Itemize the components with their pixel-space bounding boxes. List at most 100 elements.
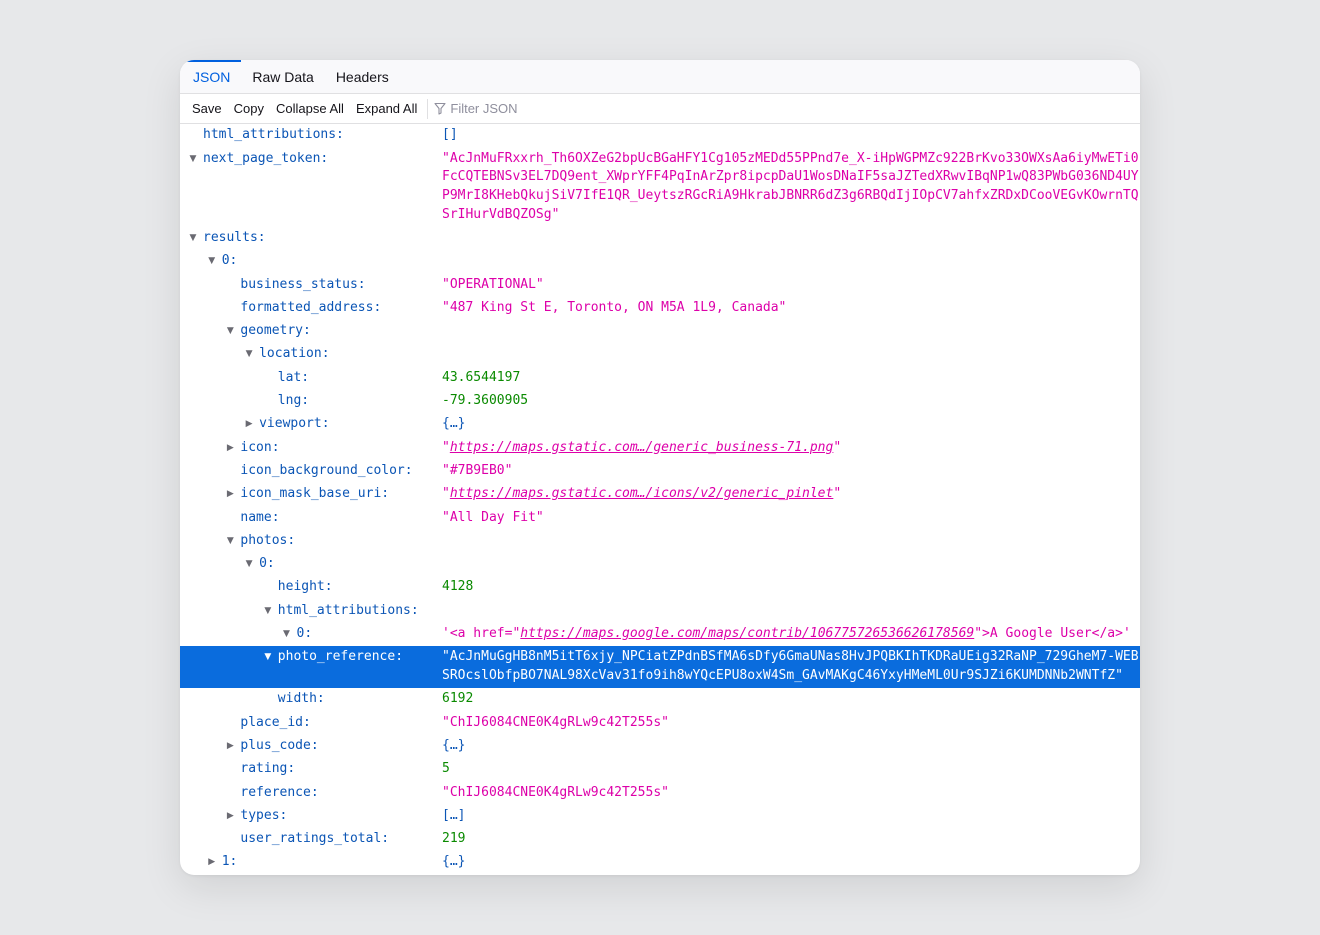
tab-json[interactable]: JSON	[182, 60, 242, 93]
json-row[interactable]: ▼ 0:	[180, 553, 1140, 576]
json-key-cell: reference:	[180, 784, 442, 803]
collapse-triangle-icon[interactable]: ▶	[224, 737, 236, 756]
collapse-triangle-icon[interactable]: ▶	[243, 415, 255, 434]
json-row[interactable]: ▼ location:	[180, 343, 1140, 366]
json-row[interactable]: lat: 43.6544197	[180, 366, 1140, 389]
filter-json-input[interactable]: Filter JSON	[434, 101, 518, 116]
json-row[interactable]: rating: 5	[180, 758, 1140, 781]
copy-button[interactable]: Copy	[228, 101, 270, 116]
json-row[interactable]: formatted_address: "487 King St E, Toront…	[180, 297, 1140, 320]
json-value-link[interactable]: https://maps.google.com/maps/contrib/106…	[520, 626, 974, 641]
json-value: "OPERATIONAL"	[442, 276, 544, 292]
json-key-cell: ▼ 0:	[180, 555, 442, 574]
json-row[interactable]: ▼ results:	[180, 227, 1140, 250]
json-value-prefix: '<a href="	[442, 626, 521, 642]
expand-all-button[interactable]: Expand All	[350, 101, 423, 116]
save-button[interactable]: Save	[186, 101, 228, 116]
json-key-cell: ▼ photo_reference:	[180, 648, 442, 667]
json-value: "AcJnMuGgHB8nM5itT6xjy_NPCiatZPdnBSfMA6s…	[442, 649, 1139, 684]
json-row[interactable]: height: 4128	[180, 576, 1140, 599]
json-value: "#7B9EB0"	[442, 462, 513, 478]
tab-raw-data[interactable]: Raw Data	[241, 60, 324, 93]
json-row[interactable]: ▶ types: […]	[180, 805, 1140, 828]
json-row[interactable]: place_id: "ChIJ6084CNE0K4gRLw9c42T255s"	[180, 711, 1140, 734]
json-key-cell: width:	[180, 690, 442, 709]
json-value: '<a href="https://maps.google.com/maps/c…	[442, 625, 1140, 644]
json-value: -79.3600905	[442, 393, 529, 409]
json-value-link[interactable]: https://maps.gstatic.com…/icons/v2/gener…	[450, 486, 834, 501]
json-row[interactable]: user_ratings_total: 219	[180, 828, 1140, 851]
json-key: place_id:	[240, 714, 311, 730]
collapse-triangle-icon[interactable]: ▶	[206, 853, 218, 872]
collapse-triangle-icon[interactable]: ▶	[224, 807, 236, 826]
expand-triangle-icon[interactable]: ▼	[206, 252, 218, 271]
json-key: html_attributions:	[203, 127, 344, 143]
collapse-all-button[interactable]: Collapse All	[270, 101, 350, 116]
json-row[interactable]: icon_background_color: "#7B9EB0"	[180, 460, 1140, 483]
json-value: "https://maps.gstatic.com…/generic_busin…	[442, 439, 842, 455]
json-key: rating:	[240, 761, 296, 777]
json-key-cell: lng:	[180, 392, 442, 411]
toolbar: Save Copy Collapse All Expand All Filter…	[180, 94, 1140, 124]
tab-headers[interactable]: Headers	[325, 60, 400, 93]
json-key-cell: formatted_address:	[180, 299, 442, 318]
json-key-cell: ▼ location:	[180, 345, 442, 364]
json-row[interactable]: ▶ viewport: {…}	[180, 413, 1140, 436]
json-row[interactable]: ▼ photo_reference: "AcJnMuGgHB8nM5itT6xjy_…	[180, 646, 1140, 689]
json-key-cell: ▶ types:	[180, 807, 442, 826]
json-row[interactable]: ▼ geometry:	[180, 320, 1140, 343]
json-row[interactable]: ▼ next_page_token: "AcJnMuFRxxrh_Th6OXZeG2…	[180, 147, 1140, 226]
json-value-suffix: ">A Google User</a>'	[974, 626, 1131, 642]
json-row[interactable]: ▶ icon: "https://maps.gstatic.com…/generic…	[180, 436, 1140, 459]
expand-triangle-icon[interactable]: ▼	[187, 150, 199, 169]
json-key: geometry:	[240, 323, 311, 339]
json-row[interactable]: width: 6192	[180, 688, 1140, 711]
json-key-cell: name:	[180, 509, 442, 528]
collapse-triangle-icon[interactable]: ▶	[224, 485, 236, 504]
json-key: icon_background_color:	[240, 462, 413, 478]
json-key: photo_reference:	[277, 649, 404, 665]
json-key: user_ratings_total:	[240, 831, 390, 847]
json-row[interactable]: ▼ html_attributions:	[180, 599, 1140, 622]
json-key-cell: ▶ icon:	[180, 439, 442, 458]
json-value-link[interactable]: https://maps.gstatic.com…/generic_busine…	[450, 440, 834, 455]
json-key: height:	[277, 579, 333, 595]
expand-triangle-icon[interactable]: ▼	[187, 229, 199, 248]
expand-triangle-icon[interactable]: ▼	[243, 555, 255, 574]
json-key-cell: rating:	[180, 760, 442, 779]
json-key: next_page_token:	[203, 150, 329, 166]
json-row[interactable]: ▼ 0:	[180, 250, 1140, 273]
json-row[interactable]: name: "All Day Fit"	[180, 506, 1140, 529]
json-value: "All Day Fit"	[442, 509, 544, 525]
json-key-cell: ▼ 0:	[180, 252, 442, 271]
json-value: 4128	[442, 579, 474, 595]
json-row[interactable]: html_attributions: []	[180, 124, 1140, 147]
json-key-cell: ▼ geometry:	[180, 322, 442, 341]
expand-triangle-icon[interactable]: ▼	[224, 322, 236, 341]
expand-triangle-icon[interactable]: ▼	[281, 625, 293, 644]
json-row[interactable]: lng: -79.3600905	[180, 390, 1140, 413]
json-value: "ChIJ6084CNE0K4gRLw9c42T255s"	[442, 784, 669, 800]
json-key: html_attributions:	[277, 602, 419, 618]
json-key: photos:	[240, 532, 296, 548]
json-value: 219	[442, 831, 466, 847]
json-key-cell: place_id:	[180, 714, 442, 733]
expand-triangle-icon[interactable]: ▼	[243, 345, 255, 364]
json-tree: html_attributions:[] ▼ next_page_token: "Ac…	[180, 124, 1140, 874]
json-row[interactable]: reference: "ChIJ6084CNE0K4gRLw9c42T255s"	[180, 781, 1140, 804]
json-row[interactable]: ▶ 1: {…}	[180, 851, 1140, 874]
json-key-cell: html_attributions:	[180, 126, 442, 145]
json-row[interactable]: ▼ 0: '<a href="https://maps.google.com/map…	[180, 623, 1140, 646]
json-row[interactable]: ▶ plus_code: {…}	[180, 735, 1140, 758]
json-row[interactable]: business_status: "OPERATIONAL"	[180, 273, 1140, 296]
expand-triangle-icon[interactable]: ▼	[224, 532, 236, 551]
expand-triangle-icon[interactable]: ▼	[262, 602, 274, 621]
json-value: {…}	[442, 416, 466, 432]
json-row[interactable]: ▼ photos:	[180, 530, 1140, 553]
json-key-cell: ▶ 1:	[180, 853, 442, 872]
expand-triangle-icon[interactable]: ▼	[262, 648, 274, 667]
collapse-triangle-icon[interactable]: ▶	[224, 439, 236, 458]
json-row[interactable]: ▶ icon_mask_base_uri: "https://maps.gstati…	[180, 483, 1140, 506]
json-value: 5	[442, 761, 450, 777]
json-key: 0:	[259, 556, 275, 572]
